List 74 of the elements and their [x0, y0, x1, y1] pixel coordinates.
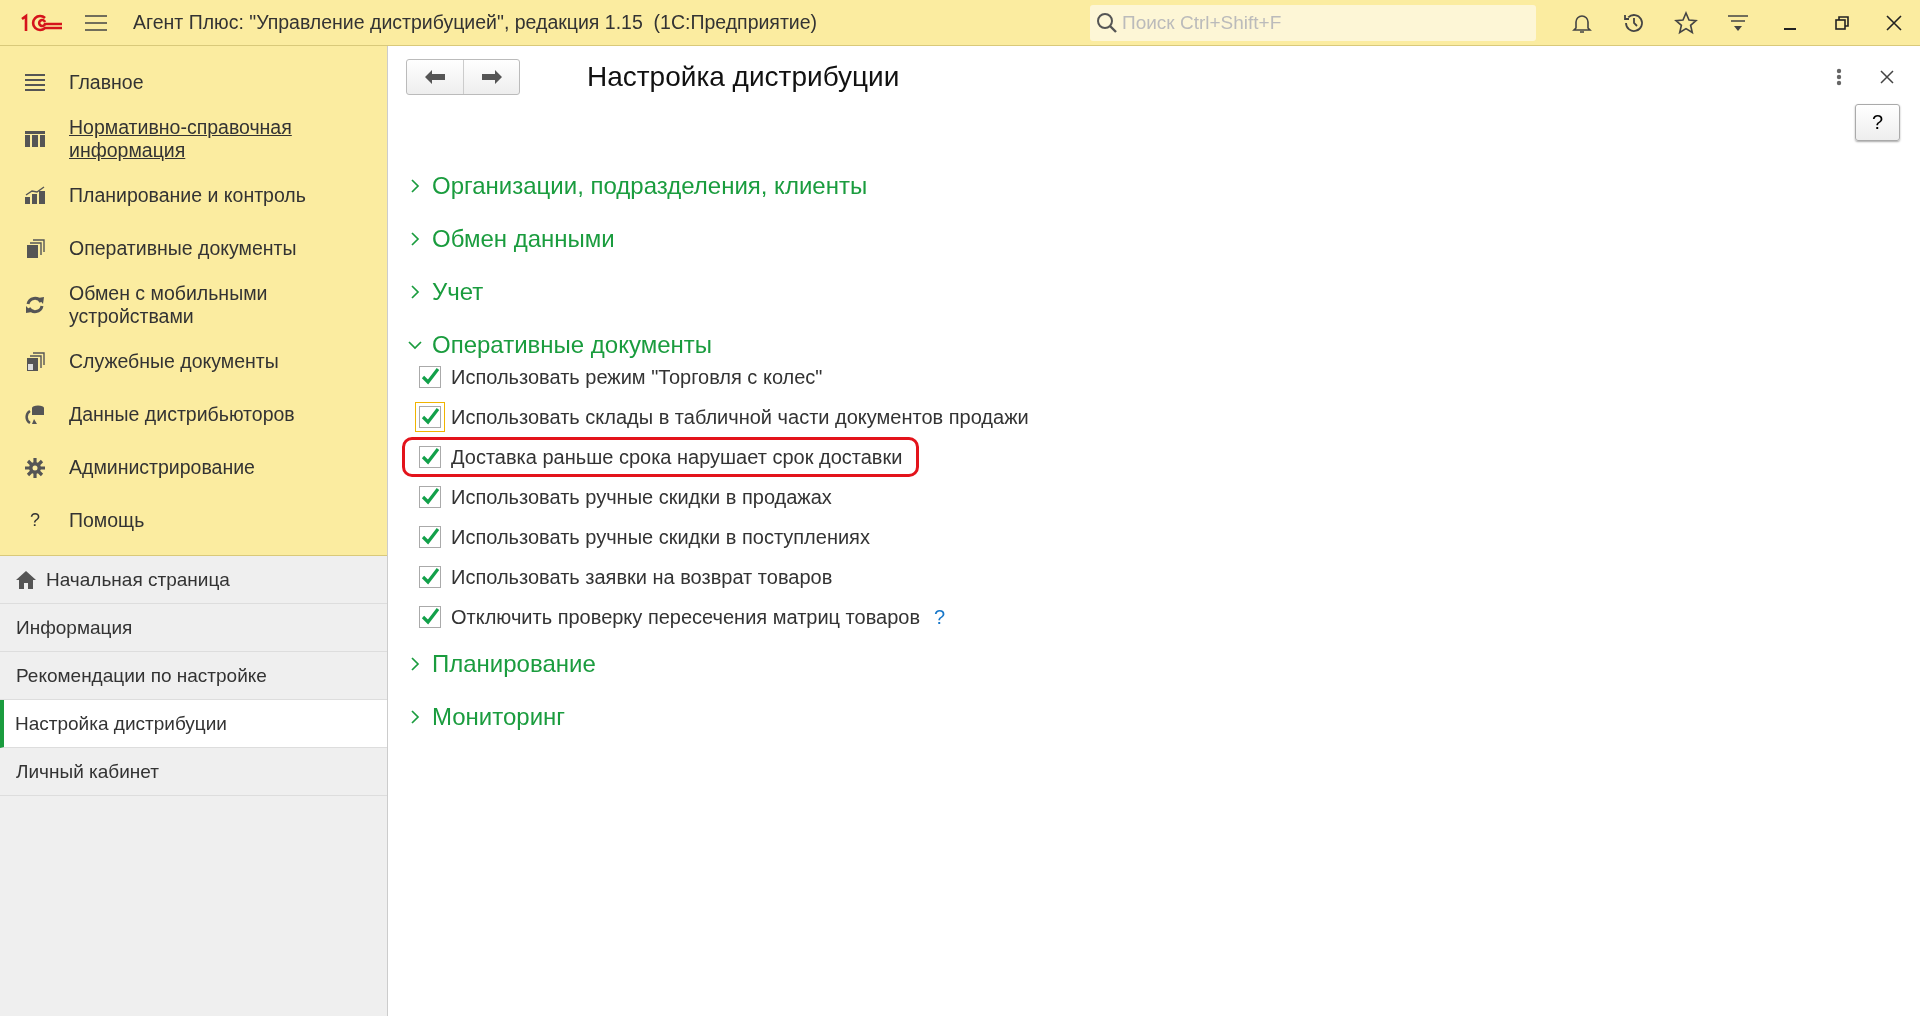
sidebar-section-link[interactable]: Нормативно-справочная информация — [69, 109, 319, 169]
sidebar-section-link[interactable]: Главное — [69, 64, 144, 101]
check-icon — [420, 607, 440, 627]
documents-icon — [25, 238, 45, 259]
group-title: Планирование — [432, 649, 596, 678]
nav-item[interactable]: Личный кабинет — [0, 748, 387, 796]
more-icon[interactable] — [1836, 68, 1842, 86]
group-header[interactable]: Учет — [406, 265, 1900, 318]
nav-item-label: Личный кабинет — [16, 760, 159, 783]
search-icon — [1096, 11, 1118, 34]
documents-icon — [25, 351, 45, 372]
gear-icon — [25, 457, 45, 478]
left-arrow-icon — [425, 70, 445, 84]
chevron-right-icon — [408, 656, 422, 671]
group-title: Оперативные документы — [432, 330, 713, 359]
checkbox[interactable] — [419, 606, 441, 628]
group-title: Обмен данными — [432, 224, 615, 253]
group-header[interactable]: Мониторинг — [406, 690, 1900, 743]
help-link[interactable]: ? — [934, 605, 946, 629]
sidebar-section-link[interactable]: Планирование и контроль — [69, 177, 306, 214]
refresh-icon — [25, 295, 45, 315]
sidebar-section-link[interactable]: Обмен с мобильными устройствами — [69, 275, 319, 335]
database-sync-icon — [25, 404, 45, 425]
list-icon — [25, 72, 45, 93]
sidebar-section-link[interactable]: Помощь — [69, 502, 145, 539]
group-title: Мониторинг — [432, 702, 566, 731]
group-header[interactable]: Обмен данными — [406, 212, 1900, 265]
checkbox[interactable] — [419, 566, 441, 588]
checkbox-label[interactable]: Использовать заявки на возврат товаров — [451, 565, 833, 589]
chevron-right-icon — [408, 709, 422, 724]
check-icon — [420, 487, 440, 507]
checkbox-label[interactable]: Использовать ручные скидки в поступлениях — [451, 525, 870, 549]
checkbox-label[interactable]: Использовать ручные скидки в продажах — [451, 485, 832, 509]
form-title: Настройка дистрибуции — [587, 61, 900, 93]
sidebar-section-link[interactable]: Данные дистрибьюторов — [69, 396, 295, 433]
check-icon — [420, 527, 440, 547]
chevron-right-icon — [408, 231, 422, 246]
checkbox[interactable] — [419, 486, 441, 508]
chevron-right-icon — [408, 284, 422, 299]
group-title: Учет — [432, 277, 484, 306]
nav-item-label: Рекомендации по настройке — [16, 664, 267, 687]
menu-icon[interactable] — [85, 14, 107, 31]
check-icon — [420, 447, 440, 467]
sidebar-section-link[interactable]: Администрирование — [69, 449, 255, 486]
checkbox[interactable] — [419, 526, 441, 548]
group-title: Организации, подразделения, клиенты — [432, 171, 868, 200]
sidebar-section-link[interactable]: Служебные документы — [69, 343, 279, 380]
check-icon — [420, 367, 440, 387]
chevron-right-icon — [408, 178, 422, 193]
nav-item-label: Информация — [16, 616, 133, 639]
star-icon[interactable] — [1674, 10, 1698, 35]
sidebar-section-link[interactable]: Оперативные документы — [69, 230, 297, 267]
checkbox[interactable] — [419, 446, 441, 468]
logo-icon — [19, 12, 63, 33]
home-icon — [16, 570, 36, 589]
nav-item[interactable]: Информация — [0, 604, 387, 652]
help-glyph: ? — [30, 510, 40, 531]
checkbox-label[interactable]: Использовать склады в табличной части документов продажи — [451, 405, 1029, 429]
checkbox[interactable] — [419, 366, 441, 388]
window-title: Агент Плюс: "Управление дистрибуцией", редакция 1.15 (1С:Предприятие) — [133, 11, 819, 34]
nav-item[interactable]: Настройка дистрибуции — [0, 700, 387, 748]
nav-item-label: Начальная страница — [46, 568, 230, 591]
bar-chart-icon — [25, 185, 45, 206]
columns-icon — [25, 129, 45, 149]
group-header[interactable]: Планирование — [406, 637, 1900, 690]
nav-item[interactable]: Начальная страница — [0, 556, 387, 604]
help-button[interactable]: ? — [1855, 104, 1900, 141]
close-icon[interactable] — [1880, 70, 1894, 84]
check-icon — [420, 567, 440, 587]
search-field[interactable]: Поиск Ctrl+Shift+F — [1090, 4, 1536, 41]
right-arrow-icon — [481, 70, 502, 84]
checkbox-label[interactable]: Отключить проверку пересечения матриц товаров — [451, 605, 921, 629]
group-header[interactable]: Организации, подразделения, клиенты — [406, 159, 1900, 212]
nav-item-label: Настройка дистрибуции — [15, 712, 227, 735]
